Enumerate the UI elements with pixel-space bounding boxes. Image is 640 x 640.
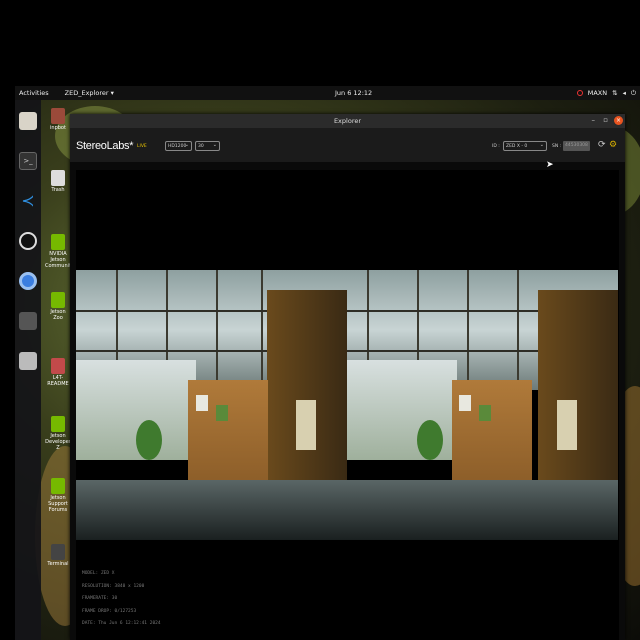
folder-icon [51, 108, 65, 124]
refresh-icon[interactable]: ⟳ [598, 140, 606, 150]
desktop-icon-label: Jetson Developer Z [45, 433, 71, 451]
chevron-down-icon: ⌄ [212, 142, 217, 148]
maximize-icon[interactable]: ▫ [603, 116, 608, 124]
sn-field[interactable]: 44530308 [563, 141, 590, 151]
nvidia-icon [51, 416, 65, 432]
info-date: DATE: Thu Jun 6 12:12:41 2024 [82, 621, 161, 626]
folder-icon [51, 358, 65, 374]
desktop-icon-zoo[interactable]: Jetson Zoo [45, 292, 71, 321]
right-camera-image [347, 270, 618, 540]
app-menu[interactable]: ZED_Explorer ▾ [65, 89, 114, 97]
desktop-icon-label: L4T-README [47, 375, 69, 387]
mouse-cursor: ➤ [546, 160, 554, 170]
id-label: ID : [492, 144, 500, 149]
nvidia-icon [51, 292, 65, 308]
desktop-icon-label: Trash [51, 187, 65, 193]
window-titlebar[interactable]: Explorer – ▫ × [70, 114, 625, 128]
terminal-icon [51, 544, 65, 560]
desktop-icon-community[interactable]: NVIDIA Jetson Community [45, 234, 74, 269]
activities-button[interactable]: Activities [19, 89, 49, 97]
minimize-icon[interactable]: – [592, 116, 596, 124]
desktop-icon-terminal[interactable]: Terminal [45, 544, 71, 567]
system-tray[interactable]: MAXN ⇅ ◂ ⏻ [576, 88, 636, 98]
chevron-down-icon: ⌄ [539, 142, 544, 148]
trash-icon [51, 170, 65, 186]
dock: >_ ≺ [15, 100, 41, 640]
window-frame [517, 270, 519, 390]
network-icon: ⇅ [612, 89, 618, 97]
desktop-icon-trash[interactable]: Trash [45, 170, 71, 193]
close-icon[interactable]: × [614, 116, 623, 125]
gear-icon[interactable]: ⚙ [609, 140, 617, 150]
resolution-select-value: HD1200 [168, 144, 187, 149]
desktop-screen: Activities ZED_Explorer ▾ Jun 6 12:12 MA… [15, 86, 640, 640]
stereo-feed [76, 270, 619, 540]
sn-field-value: 44530308 [565, 143, 588, 148]
info-framerate: FRAMERATE: 30 [82, 596, 118, 601]
desktop-icon-developer[interactable]: Jetson Developer Z [45, 416, 71, 451]
poster [557, 400, 577, 450]
power-mode-label[interactable]: MAXN [588, 89, 607, 97]
resolution-select[interactable]: HD1200 ⌄ [165, 141, 192, 151]
chromium-icon[interactable] [19, 272, 37, 290]
camera-view: MODEL: ZED X RESOLUTION: 3840 x 1200 FRA… [76, 170, 619, 640]
window-frame [261, 270, 263, 390]
poster [216, 405, 228, 421]
vscode-icon[interactable]: ≺ [19, 192, 37, 210]
power-icon: ⏻ [630, 88, 636, 97]
obs-icon[interactable] [19, 232, 37, 250]
app-icon[interactable] [19, 312, 37, 330]
fps-select-value: 30 [198, 144, 204, 149]
poster [196, 395, 208, 411]
live-badge: LIVE [137, 144, 147, 149]
brand-logo: StereoLabs* [76, 140, 134, 152]
tree [417, 420, 443, 460]
chevron-down-icon: ⌄ [184, 142, 189, 148]
window-frame [467, 270, 469, 390]
terminal-icon[interactable]: >_ [19, 152, 37, 170]
desktop-icon-label: Terminal [47, 561, 69, 567]
poster [479, 405, 491, 421]
device-select[interactable]: ZED X - 0 ⌄ [503, 141, 547, 151]
poster [459, 395, 471, 411]
nvidia-icon [51, 234, 65, 250]
device-select-value: ZED X - 0 [506, 144, 528, 149]
desktop-icon-label: NVIDIA Jetson Community [45, 251, 74, 269]
desktop-icon-label: Jetson Support Forums [48, 495, 68, 513]
nvidia-icon [51, 478, 65, 494]
desktop-icon-label: inpbot [50, 125, 66, 131]
sn-label: SN : [552, 144, 562, 149]
desktop-icon-forums[interactable]: Jetson Support Forums [45, 478, 71, 513]
floor [347, 480, 618, 540]
explorer-window: Explorer – ▫ × StereoLabs* LIVE HD1200 ⌄ … [70, 114, 625, 640]
info-resolution: RESOLUTION: 3840 x 1200 [82, 583, 145, 589]
volume-icon: ◂ [622, 89, 626, 97]
fps-select[interactable]: 30 ⌄ [195, 141, 220, 151]
desktop-icon-home[interactable]: inpbot [45, 108, 71, 131]
info-frame-drop: FRAME DROP: 0/127253 [82, 608, 137, 614]
clock[interactable]: Jun 6 12:12 [335, 89, 372, 97]
disk-icon[interactable] [19, 352, 37, 370]
nvidia-status-icon[interactable] [576, 90, 583, 96]
camera-info: MODEL: ZED X RESOLUTION: 3840 x 1200 FRA… [82, 568, 161, 631]
floor [76, 480, 347, 540]
desktop-icon-label: Jetson Zoo [50, 309, 66, 321]
tree [136, 420, 162, 460]
window-frame [216, 270, 218, 390]
desktop-icon-readme[interactable]: L4T-README [45, 358, 71, 387]
system-top-bar: Activities ZED_Explorer ▾ Jun 6 12:12 MA… [15, 86, 640, 100]
window-title: Explorer [333, 117, 362, 125]
files-icon[interactable] [19, 112, 37, 130]
info-model: MODEL: ZED X [82, 571, 115, 576]
explorer-toolbar: StereoLabs* LIVE HD1200 ⌄ 30 ⌄ ID : ZED X … [70, 128, 625, 162]
poster [296, 400, 316, 450]
left-camera-image [76, 270, 347, 540]
